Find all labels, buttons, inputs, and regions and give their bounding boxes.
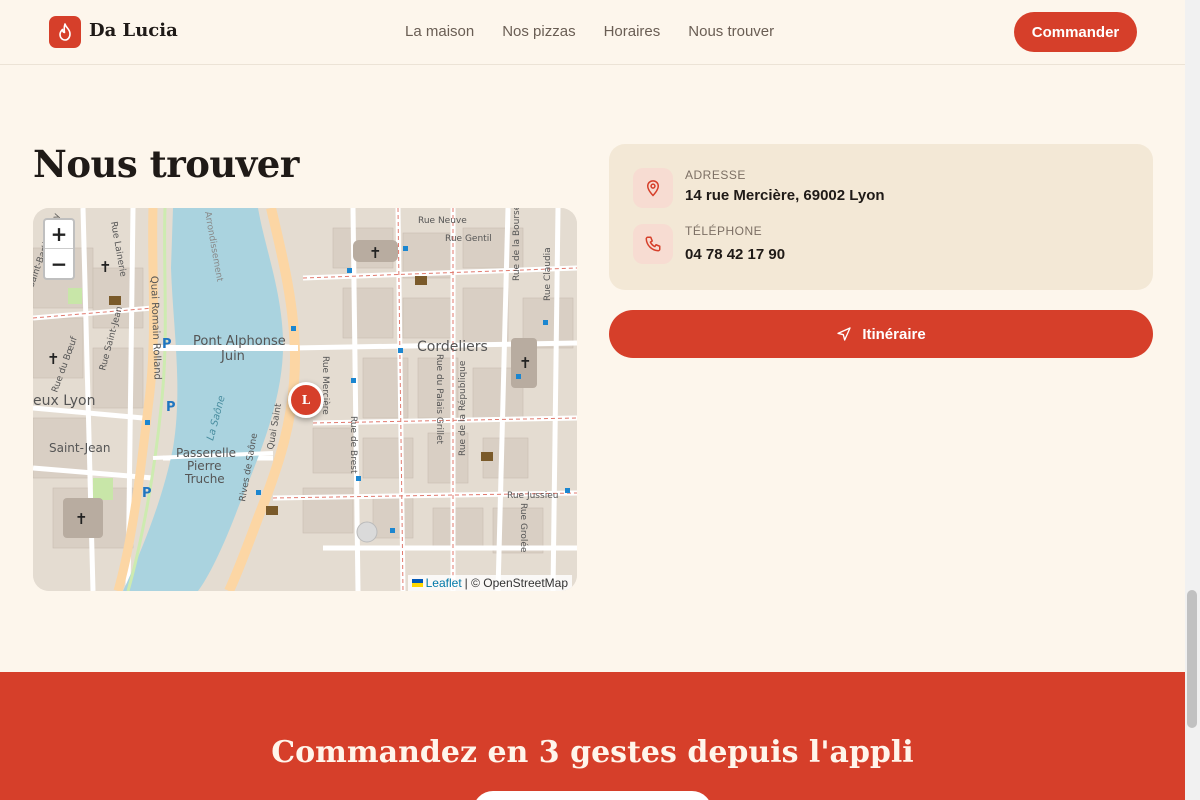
map-label-passerelle: Passerelle (176, 446, 236, 460)
museum-icon (481, 452, 493, 461)
parking-icon: P (162, 337, 172, 352)
directions-label: Itinéraire (862, 325, 926, 343)
zoom-out-icon[interactable]: − (45, 249, 73, 278)
map-attribution: Leaflet | © OpenStreetMap (407, 575, 572, 591)
museum-icon (109, 296, 121, 305)
map-label-rue-claudia: Rue Claudia (543, 247, 553, 301)
address-label: ADRESSE (685, 168, 746, 182)
map-label-rue-palais: Rue du Palais Grillet (434, 354, 444, 445)
parking-icon: P (166, 400, 176, 415)
location-map[interactable]: Pont Alphonse Juin Cordeliers eux Lyon S… (33, 208, 577, 591)
zoom-control: + − (43, 218, 75, 280)
nav-item-nous-trouver[interactable]: Nous trouver (688, 23, 774, 40)
phone-icon (633, 224, 673, 264)
church-icon: ✝ (75, 510, 88, 528)
map-label-rue-neuve: Rue Neuve (418, 216, 467, 226)
map-label-rue-republique: Rue de la République (457, 360, 468, 456)
museum-icon (266, 506, 278, 515)
map-label-rue-bourse: Rue de la Bourse (512, 208, 522, 281)
church-icon: ✝ (99, 258, 112, 276)
church-icon: ✝ (519, 354, 532, 372)
museum-icon (415, 276, 427, 285)
main-nav: La maison Nos pizzas Horaires Nous trouv… (405, 23, 774, 40)
map-label-rue-gentil: Rue Gentil (445, 234, 492, 244)
scrollbar-thumb[interactable] (1187, 590, 1197, 728)
phone-label: TÉLÉPHONE (685, 224, 763, 238)
leaflet-link[interactable]: Leaflet (426, 576, 462, 590)
map-label-saint-jean: Saint-Jean (49, 441, 111, 455)
address-value: 14 rue Mercière, 69002 Lyon (685, 187, 885, 204)
navigation-arrow-icon (837, 327, 851, 341)
nav-item-horaires[interactable]: Horaires (604, 23, 661, 40)
church-icon: ✝ (47, 350, 60, 368)
map-label-cordeliers: Cordeliers (417, 339, 488, 355)
restaurant-marker[interactable]: L (288, 382, 324, 418)
attribution-text: | © OpenStreetMap (464, 576, 568, 590)
page-scrollbar[interactable] (1185, 0, 1200, 800)
church-icon: ✝ (369, 244, 382, 262)
contact-card: ADRESSE 14 rue Mercière, 69002 Lyon TÉLÉ… (609, 144, 1153, 290)
map-label-truche: Truche (184, 472, 225, 486)
parking-icon: P (142, 486, 152, 501)
map-label-pont: Pont Alphonse (193, 334, 286, 349)
app-banner: Commandez en 3 gestes depuis l'appli (0, 672, 1185, 800)
nav-item-la-maison[interactable]: La maison (405, 23, 474, 40)
map-label-pierre: Pierre (187, 459, 221, 473)
site-header: Da Lucia La maison Nos pizzas Horaires N… (0, 0, 1185, 65)
ukraine-flag-icon (411, 579, 423, 587)
map-label-juin: Juin (220, 349, 245, 364)
directions-button[interactable]: Itinéraire (609, 310, 1153, 358)
phone-value[interactable]: 04 78 42 17 90 (685, 246, 785, 263)
location-pin-icon (633, 168, 673, 208)
order-button[interactable]: Commander (1014, 12, 1137, 52)
banner-title: Commandez en 3 gestes depuis l'appli (271, 735, 914, 770)
app-download-button[interactable] (473, 791, 712, 800)
nav-item-nos-pizzas[interactable]: Nos pizzas (502, 23, 575, 40)
map-label-rue-jussieu: Rue Jussieu (507, 491, 558, 501)
map-label-rue-grolee: Rue Grolée (518, 503, 529, 553)
brand-name[interactable]: Da Lucia (89, 20, 178, 41)
section-title: Nous trouver (33, 142, 299, 186)
flame-icon[interactable] (49, 16, 81, 48)
map-label-vieux-lyon: eux Lyon (33, 393, 95, 409)
map-label-rue-brest: Rue de Brest (348, 416, 358, 474)
zoom-in-icon[interactable]: + (45, 220, 73, 249)
